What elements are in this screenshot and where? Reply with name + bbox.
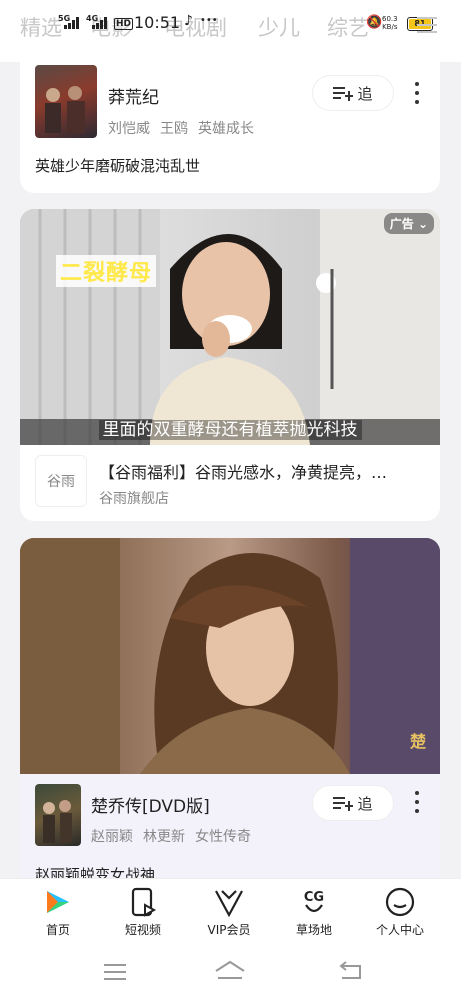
tag-genre[interactable]: 女性传奇 bbox=[195, 829, 251, 845]
follow-button[interactable]: 追 bbox=[313, 786, 393, 820]
clock-time: 10:51 bbox=[134, 13, 181, 32]
recent-apps-icon[interactable] bbox=[104, 964, 126, 980]
bottom-navigation: 首页 短视频 VIP会员 CG 草场地 个人中心 bbox=[0, 878, 461, 944]
brand-logo[interactable]: 谷雨 bbox=[35, 455, 87, 507]
signal-strength-2-icon bbox=[92, 17, 110, 29]
show-description: 英雄少年磨砺破混沌乱世 bbox=[35, 157, 201, 175]
nav-home[interactable]: 首页 bbox=[18, 885, 98, 938]
nav-profile-label: 个人中心 bbox=[375, 923, 424, 937]
channel-menu-icon[interactable] bbox=[417, 17, 437, 33]
tag-actor[interactable]: 赵丽颖 bbox=[91, 829, 133, 845]
status-bar: 5G 4G HD 10:51 ♪ ••• 🔕 60.3 KB/s 81 bbox=[0, 8, 461, 34]
ad-subtitle-text: 里面的双重酵母还有植萃抛光科技 bbox=[98, 420, 362, 440]
more-options-icon[interactable] bbox=[414, 791, 420, 813]
follow-button[interactable]: 追 bbox=[313, 76, 393, 110]
video-frame bbox=[20, 538, 440, 774]
ad-video[interactable]: 广告 ⌄ 二裂酵母 里面的双重酵母还有植萃抛光科技 bbox=[20, 209, 440, 445]
home-button-icon[interactable] bbox=[215, 960, 245, 979]
network-speed-unit: KB/s bbox=[382, 23, 398, 31]
nav-short-video-label: 短视频 bbox=[124, 923, 161, 937]
add-to-list-icon bbox=[333, 796, 354, 811]
show-tags: 刘恺威 王鸥 英雄成长 bbox=[108, 118, 264, 138]
nav-vip-label: VIP会员 bbox=[207, 923, 251, 937]
network-speed: 60.3 KB/s bbox=[382, 15, 398, 31]
tag-actor[interactable]: 林更新 bbox=[143, 829, 185, 845]
hd-voice-icon: HD bbox=[114, 18, 134, 30]
more-notifications-icon: ••• bbox=[200, 15, 218, 26]
nav-caochangdi[interactable]: CG 草场地 bbox=[274, 885, 354, 938]
ad-card[interactable]: 广告 ⌄ 二裂酵母 里面的双重酵母还有植萃抛光科技 谷雨 【谷雨福利】谷雨光感水… bbox=[20, 209, 440, 521]
ad-badge-label: 广告 bbox=[389, 217, 414, 231]
signal-strength-icon bbox=[64, 17, 82, 29]
nav-home-label: 首页 bbox=[45, 923, 70, 937]
show-preview-video[interactable]: 楚 bbox=[20, 538, 440, 774]
show-poster[interactable] bbox=[35, 784, 81, 846]
ad-overlay-caption: 二裂酵母 bbox=[56, 255, 157, 287]
network-speed-value: 60.3 bbox=[382, 15, 398, 23]
home-icon bbox=[41, 885, 75, 919]
show-title[interactable]: 楚乔传[DVD版] bbox=[91, 792, 210, 817]
more-options-icon[interactable] bbox=[414, 82, 420, 104]
show-poster[interactable] bbox=[35, 65, 97, 138]
ad-title[interactable]: 【谷雨福利】谷雨光感水，净黄提亮，… bbox=[99, 459, 425, 483]
tag-genre[interactable]: 英雄成长 bbox=[198, 121, 254, 137]
nav-caochangdi-label: 草场地 bbox=[295, 923, 332, 937]
add-to-list-icon bbox=[333, 86, 354, 101]
caochangdi-icon: CG bbox=[297, 885, 331, 919]
ad-video-frame bbox=[20, 209, 440, 445]
nav-vip[interactable]: VIP会员 bbox=[189, 885, 269, 938]
tiktok-notification-icon: ♪ bbox=[184, 13, 193, 29]
short-video-icon bbox=[126, 885, 160, 919]
channel-watermark-icon: 楚 bbox=[409, 732, 426, 751]
tag-actor[interactable]: 王鸥 bbox=[160, 121, 188, 137]
ad-subtitle: 里面的双重酵母还有植萃抛光科技 bbox=[20, 415, 440, 440]
back-icon[interactable] bbox=[339, 961, 361, 979]
mute-bell-icon: 🔕 bbox=[366, 15, 383, 30]
ad-badge[interactable]: 广告 ⌄ bbox=[383, 213, 434, 234]
follow-label: 追 bbox=[357, 84, 373, 103]
nav-profile[interactable]: 个人中心 bbox=[360, 885, 440, 938]
svg-text:CG: CG bbox=[304, 890, 324, 905]
vip-icon bbox=[212, 885, 246, 919]
profile-icon bbox=[383, 885, 417, 919]
nav-short-video[interactable]: 短视频 bbox=[103, 885, 183, 938]
system-navigation-bar bbox=[0, 944, 461, 1000]
brand-logo-text: 谷雨 bbox=[47, 474, 75, 490]
ad-shop-name[interactable]: 谷雨旗舰店 bbox=[99, 488, 169, 508]
show-tags: 赵丽颖 林更新 女性传奇 bbox=[91, 826, 261, 846]
show-card-manghuangji[interactable]: 莽荒纪 刘恺威 王鸥 英雄成长 追 英雄少年磨砺破混沌乱世 bbox=[20, 50, 440, 193]
tag-actor[interactable]: 刘恺威 bbox=[108, 121, 150, 137]
show-card-chuqiaozhuan[interactable]: 楚 楚乔传[DVD版] 赵丽颖 林更新 女性传奇 追 赵丽颖蜕变女战神 bbox=[20, 538, 440, 898]
follow-label: 追 bbox=[357, 794, 373, 813]
show-title[interactable]: 莽荒纪 bbox=[108, 83, 159, 108]
